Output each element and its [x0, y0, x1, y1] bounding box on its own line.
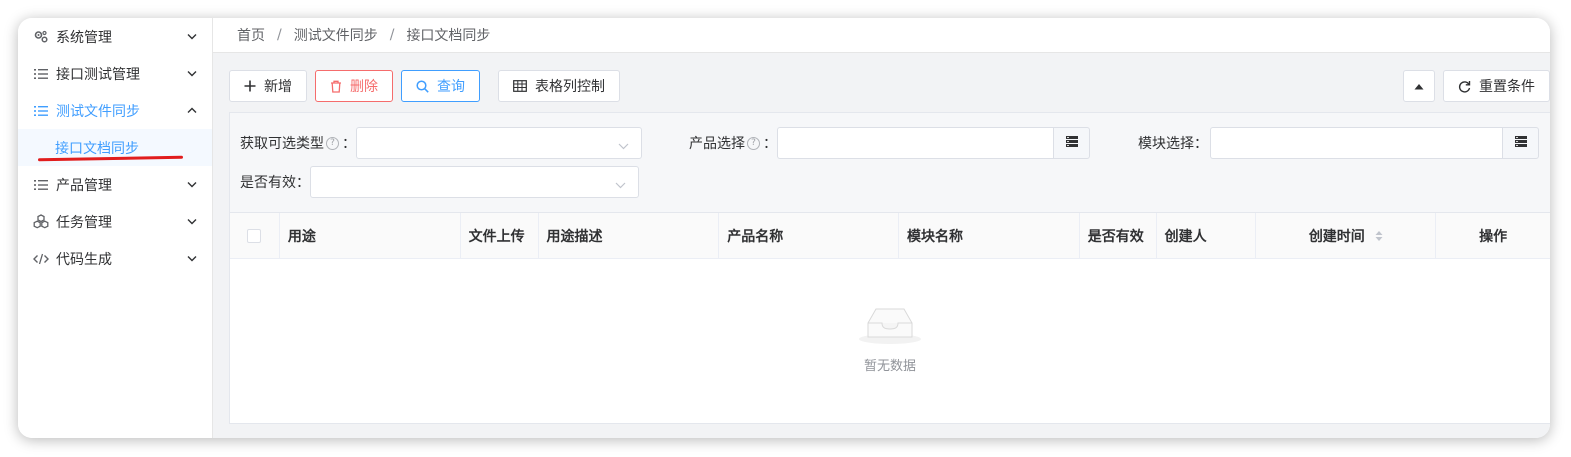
filter-module-row: 模块选择：: [1138, 127, 1539, 159]
refresh-icon: [1458, 80, 1471, 93]
filter-colon: ：: [342, 136, 356, 152]
chevron-down-icon: [615, 177, 626, 193]
sidebar-item-label: 系统管理: [56, 29, 112, 46]
search-icon: [416, 79, 429, 93]
filter-valid-label: 是否有效：: [240, 175, 310, 191]
filter-type-row: 获取可选类型 ? ：: [240, 127, 642, 159]
toolbar: 新增 删除 查询 表格列控制 重置条件: [229, 70, 1550, 102]
sidebar-item-api-test[interactable]: 接口测试管理: [18, 55, 212, 92]
breadcrumb-home[interactable]: 首页: [237, 25, 265, 45]
column-header: 操作: [1479, 228, 1508, 245]
caret-up-icon: [1414, 78, 1424, 94]
chevron-down-icon: [618, 138, 629, 154]
empty-state: 暂无数据: [230, 303, 1550, 374]
list-icon: [33, 103, 49, 119]
product-input[interactable]: [777, 127, 1053, 159]
chevron-up-icon: [186, 105, 198, 117]
sidebar-item-system[interactable]: 系统管理: [18, 18, 212, 55]
column-header[interactable]: 用途: [280, 213, 461, 258]
chevron-down-icon: [186, 216, 198, 228]
column-header[interactable]: 模块名称: [899, 213, 1080, 258]
content-panel: 获取可选类型 ? ： 产品选择 ? ： 模块选择： 是否有效： 用途 文件上传 …: [229, 112, 1550, 424]
breadcrumb-section[interactable]: 测试文件同步: [294, 25, 378, 45]
delete-button-label: 删除: [350, 79, 378, 95]
column-control-label: 表格列控制: [535, 79, 605, 95]
query-button-label: 查询: [437, 79, 465, 95]
code-icon: [33, 251, 49, 267]
plus-icon: [244, 80, 256, 92]
module-picker: [1210, 127, 1539, 159]
column-header-sortable[interactable]: 创建时间: [1256, 213, 1437, 258]
sidebar-item-codegen[interactable]: 代码生成: [18, 240, 212, 277]
column-header[interactable]: 是否有效: [1080, 213, 1157, 258]
question-circle-icon[interactable]: ?: [747, 136, 760, 150]
filter-product-label: 产品选择 ? ：: [689, 133, 777, 153]
question-circle-icon[interactable]: ?: [326, 136, 339, 150]
column-header[interactable]: 用途描述: [539, 213, 720, 258]
toolbar-right: 重置条件: [1403, 70, 1550, 102]
reset-button-label: 重置条件: [1479, 79, 1535, 95]
sidebar-item-task[interactable]: 任务管理: [18, 203, 212, 240]
sort-icon[interactable]: [1375, 230, 1383, 242]
cubes-icon: [33, 214, 49, 230]
sidebar-item-label: 代码生成: [56, 251, 112, 268]
sidebar-subitem-label: 接口文档同步: [55, 140, 139, 157]
chevron-down-icon: [186, 179, 198, 191]
sidebar-item-label: 测试文件同步: [56, 103, 140, 120]
column-control-button[interactable]: 表格列控制: [498, 70, 620, 102]
filter-type-label-text: 获取可选类型: [240, 136, 324, 152]
column-header-label: 创建时间: [1308, 228, 1365, 245]
breadcrumb-separator: /: [277, 27, 282, 43]
app-window: 系统管理 接口测试管理 测试文件同步 接口文档同步 产品管理 任务管理 代码生成…: [18, 18, 1550, 438]
add-button-label: 新增: [264, 79, 292, 95]
module-picker-button[interactable]: [1502, 127, 1539, 159]
table-header: 用途 文件上传 用途描述 产品名称 模块名称 是否有效 创建人 创建时间 操作: [230, 213, 1550, 259]
breadcrumb-separator: /: [389, 27, 395, 43]
main-content: 首页 / 测试文件同步 / 接口文档同步 新增 删除 查询 表格列控制 重置条件…: [213, 18, 1550, 438]
select-all-cell: [230, 213, 280, 258]
filter-module-label: 模块选择：: [1138, 136, 1208, 152]
collapse-filter-button[interactable]: [1403, 70, 1435, 102]
product-picker-button[interactable]: [1053, 127, 1090, 159]
module-input[interactable]: [1210, 127, 1502, 159]
sidebar-item-label: 任务管理: [56, 214, 112, 231]
chevron-down-icon: [186, 31, 198, 43]
list-select-icon: [1065, 135, 1078, 151]
filter-valid-row: 是否有效：: [240, 166, 639, 198]
empty-text: 暂无数据: [863, 359, 916, 374]
filter-product-label-text: 产品选择: [689, 136, 745, 152]
column-header[interactable]: 文件上传: [461, 213, 539, 258]
gears-icon: [33, 29, 49, 45]
chevron-down-icon: [186, 68, 198, 80]
product-picker: [777, 127, 1090, 159]
delete-button[interactable]: 删除: [315, 70, 393, 102]
add-button[interactable]: 新增: [229, 70, 307, 102]
list-icon: [33, 66, 49, 82]
table-icon: [513, 80, 527, 92]
sidebar-item-label: 接口测试管理: [56, 66, 140, 83]
chevron-down-icon: [186, 253, 198, 265]
sidebar-item-product[interactable]: 产品管理: [18, 166, 212, 203]
breadcrumb-current: 接口文档同步: [406, 28, 491, 44]
filter-product-row: 产品选择 ? ：: [689, 127, 1090, 159]
filter-colon: ：: [763, 136, 777, 152]
filter-type-label: 获取可选类型 ? ：: [240, 133, 356, 153]
query-button[interactable]: 查询: [401, 70, 480, 102]
type-select[interactable]: [356, 127, 642, 159]
breadcrumb: 首页 / 测试文件同步 / 接口文档同步: [213, 18, 1550, 53]
filter-form: 获取可选类型 ? ： 产品选择 ? ： 模块选择： 是否有效：: [230, 113, 1550, 213]
list-icon: [33, 177, 49, 193]
valid-select[interactable]: [310, 166, 639, 198]
column-header[interactable]: 创建人: [1157, 213, 1257, 258]
select-all-checkbox[interactable]: [247, 228, 262, 243]
list-select-icon: [1514, 135, 1527, 151]
empty-inbox-icon: [858, 303, 922, 349]
trash-icon: [330, 80, 342, 93]
column-header[interactable]: 产品名称: [719, 213, 899, 258]
sidebar-item-test-file-sync[interactable]: 测试文件同步: [18, 92, 212, 129]
sidebar-item-label: 产品管理: [56, 177, 112, 194]
sidebar: 系统管理 接口测试管理 测试文件同步 接口文档同步 产品管理 任务管理 代码生成: [18, 18, 213, 438]
reset-button[interactable]: 重置条件: [1443, 70, 1550, 102]
